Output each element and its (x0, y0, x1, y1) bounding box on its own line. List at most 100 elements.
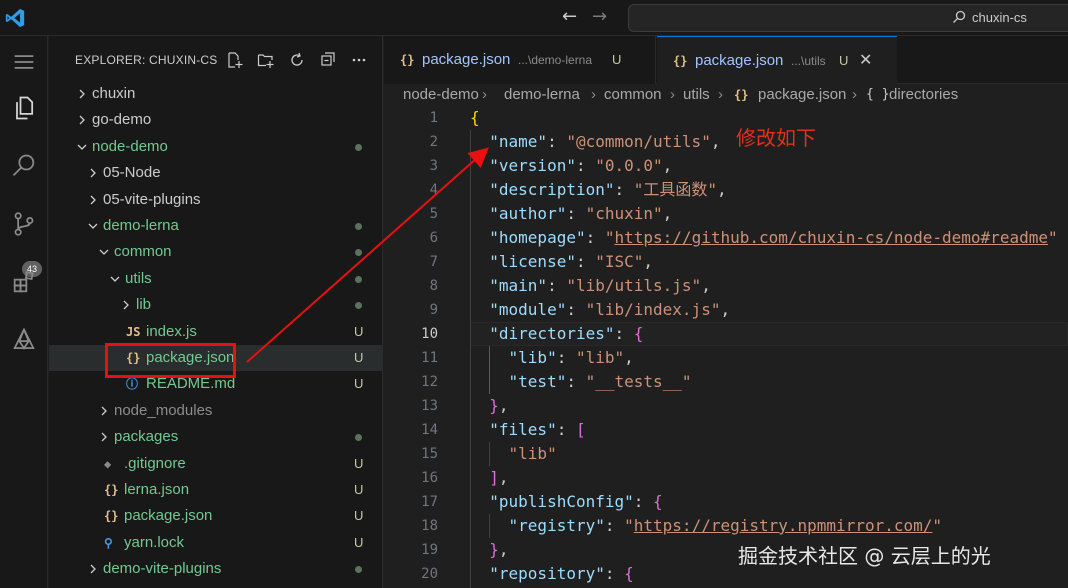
command-center-search[interactable]: chuxin-cs (628, 4, 1068, 32)
tab-description: ...\utils (791, 54, 826, 68)
tree-item-packages[interactable]: packages (49, 424, 383, 450)
code-token: "main" (489, 276, 548, 295)
line-number: 18 (421, 518, 438, 534)
tree-item-common[interactable]: common (49, 239, 383, 265)
tree-item-chuxin[interactable]: chuxin (49, 81, 383, 107)
vscode-logo-icon[interactable] (4, 7, 26, 29)
tree-item-package-json[interactable]: {} package.json U (49, 503, 383, 529)
tree-item-lib[interactable]: lib (49, 292, 383, 318)
source-control-icon[interactable] (0, 200, 48, 248)
menu-icon[interactable] (0, 38, 48, 86)
refresh-icon[interactable] (285, 48, 309, 72)
collapse-all-icon[interactable] (316, 48, 340, 72)
code-token[interactable]: https://github.com/chuxin-cs/node-demo#r… (615, 228, 1048, 247)
code-token: "lib" (508, 444, 557, 463)
code-token: "version" (489, 156, 576, 175)
line-number: 9 (429, 302, 438, 318)
tree-item-demo-vite-plugins[interactable]: demo-vite-plugins (49, 556, 383, 582)
code-token: "author" (489, 204, 567, 223)
chevron-down-icon (86, 213, 100, 239)
breadcrumb-item[interactable]: utils (683, 84, 710, 106)
arrow-right-icon[interactable]: → (592, 7, 607, 27)
more-actions-icon[interactable] (347, 48, 371, 72)
tree-item-label: utils (125, 269, 152, 287)
tree-item-index-js[interactable]: JS index.js U (49, 319, 383, 345)
tab-untracked-mark: U (612, 52, 622, 67)
tree-item-label: lib (136, 296, 152, 314)
line-number: 5 (429, 206, 438, 222)
tree-item-label: node-demo (92, 137, 168, 155)
code-token: { (633, 324, 644, 343)
line-number: 17 (421, 494, 438, 510)
tree-item-demo-lerna[interactable]: demo-lerna (49, 213, 383, 239)
modified-dot (355, 143, 362, 151)
tab-package-json-utils[interactable]: {} package.json ...\utils U ✕ (657, 36, 897, 84)
close-icon[interactable]: ✕ (859, 37, 872, 85)
explorer-icon[interactable] (0, 84, 48, 132)
arrow-left-icon[interactable]: ← (562, 7, 577, 27)
code-token: ] (489, 468, 499, 487)
code-token: , (498, 540, 509, 559)
tree-item-node-modules[interactable]: node_modules (49, 398, 383, 424)
line-number: 20 (421, 566, 438, 582)
tree-item-utils[interactable]: utils (49, 266, 383, 292)
chevron-down-icon (108, 266, 122, 292)
tree-item-go-demo[interactable]: go-demo (49, 107, 383, 133)
json-file-icon: {} (734, 88, 749, 102)
tree-item-05-node[interactable]: 05-Node (49, 160, 383, 186)
json-file-icon: {} (673, 54, 688, 68)
code-token: : (556, 348, 576, 367)
new-file-icon[interactable] (223, 48, 247, 72)
breadcrumb-item[interactable]: demo-lerna (504, 84, 580, 106)
tree-item-node-demo[interactable]: node-demo (49, 134, 383, 160)
tab-package-json-demo-lerna[interactable]: {} package.json ...\demo-lerna U (384, 36, 656, 84)
code-token: "name" (489, 132, 548, 151)
tree-item-gitignore[interactable]: ◆ .gitignore U (49, 451, 383, 477)
tree-item-label: yarn.lock (124, 533, 185, 551)
breadcrumb-item[interactable]: node-demo (403, 84, 479, 106)
code-token: , (710, 132, 721, 151)
tree-item-label: go-demo (92, 111, 152, 129)
breadcrumb-item[interactable]: package.json (758, 84, 846, 106)
code-line: }, (470, 394, 509, 418)
chevron-down-icon (97, 239, 111, 265)
new-folder-icon[interactable] (254, 48, 278, 72)
code-token: , (498, 468, 509, 487)
tree-item-label: common (114, 243, 172, 261)
code-token[interactable]: https://registry.npmmirror.com/ (634, 516, 933, 535)
code-token: : (566, 300, 586, 319)
tree-item-yarn-lock[interactable]: ⚲ yarn.lock U (49, 530, 383, 556)
extensions-icon[interactable] (0, 258, 48, 306)
line-number: 10 (421, 326, 438, 342)
breadcrumb-item[interactable]: common (604, 84, 662, 106)
code-token: : (547, 276, 567, 295)
code-editor[interactable]: 1 2 3 4 5 6 7 8 9 10 11 12 13 14 15 16 17 18 19 20 { "name"… (384, 106, 1068, 588)
chevron-right-icon: › (670, 86, 675, 103)
remote-explorer-icon[interactable] (0, 316, 48, 364)
code-line: "main": "lib/utils.js", (470, 274, 711, 298)
code-line: "lib" (470, 442, 557, 466)
code-token: : (575, 252, 596, 271)
chevron-right-icon (86, 187, 100, 213)
tab-untracked-mark: U (839, 53, 849, 68)
code-line: "description": "工具函数", (470, 178, 726, 202)
tree-item-lerna-json[interactable]: {} lerna.json U (49, 477, 383, 503)
chevron-right-icon (97, 398, 111, 424)
code-token: : (556, 420, 576, 439)
code-token: "test" (508, 372, 567, 391)
modified-dot (355, 434, 362, 442)
code-token: : (604, 564, 625, 583)
code-token: "license" (489, 252, 576, 271)
tree-item-05-vite-plugins[interactable]: 05-vite-plugins (49, 187, 383, 213)
code-token: "lib/utils.js" (566, 276, 702, 295)
search-icon[interactable] (0, 142, 48, 190)
explorer-sidebar: EXPLORER: CHUXIN-CS chuxin go-demo node-de… (49, 36, 383, 588)
breadcrumb: node-demo › demo-lerna › common › utils … (384, 84, 1068, 106)
breadcrumb-item[interactable]: directories (889, 84, 958, 106)
chevron-right-icon (75, 107, 89, 133)
code-token: , (498, 396, 509, 415)
